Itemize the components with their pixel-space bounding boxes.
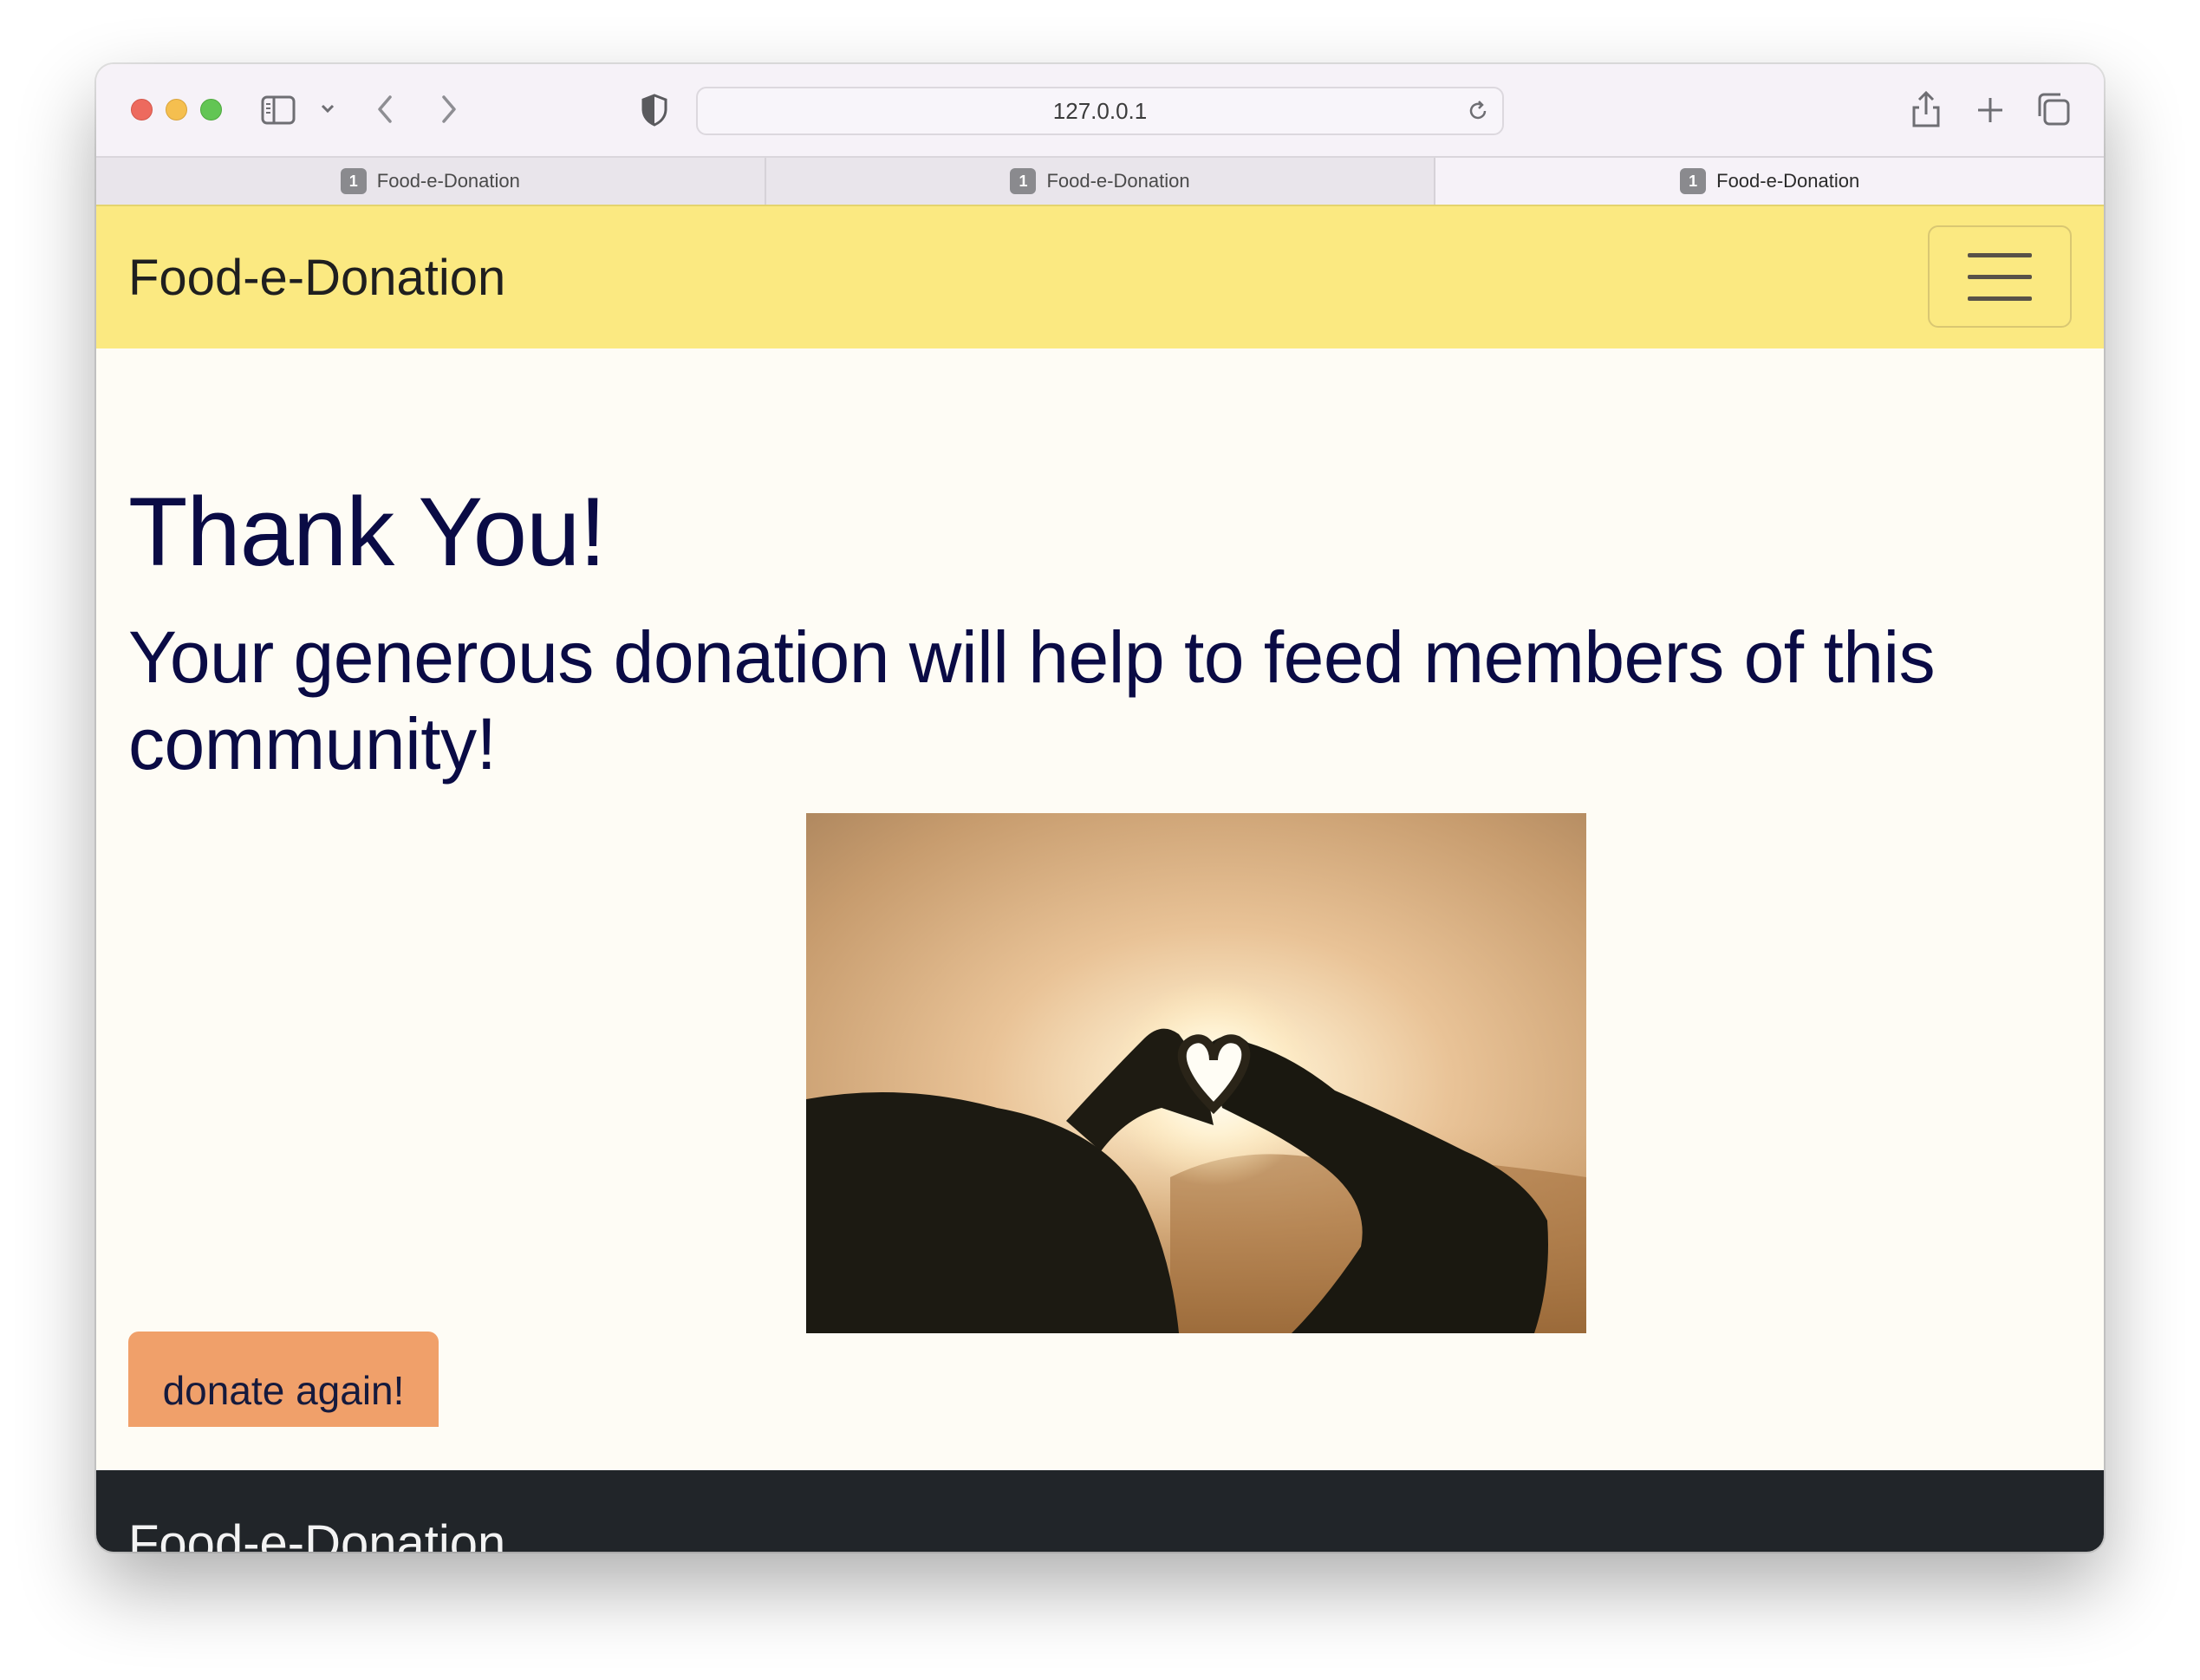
browser-window: 127.0.0.1 1 Food-e-Donation 1 Food-e-Don…	[96, 64, 2104, 1552]
sidebar-toggle-icon[interactable]	[261, 95, 296, 125]
hamburger-menu-icon	[1968, 252, 2032, 257]
new-tab-plus-icon[interactable]	[1975, 95, 2005, 125]
share-icon[interactable]	[1911, 90, 1941, 128]
maximize-window-button[interactable]	[200, 99, 222, 120]
tab-1[interactable]: 1 Food-e-Donation	[96, 158, 766, 205]
tab-badge: 1	[1010, 168, 1037, 194]
donate-again-button[interactable]: donate again!	[128, 1332, 439, 1427]
minimize-window-button[interactable]	[166, 99, 187, 120]
tab-3-active[interactable]: 1 Food-e-Donation	[1435, 158, 2104, 205]
browser-toolbar: 127.0.0.1	[96, 64, 2104, 156]
footer-brand[interactable]: Food-e-Donation	[128, 1515, 505, 1552]
url-text: 127.0.0.1	[1052, 98, 1148, 124]
close-window-button[interactable]	[131, 99, 153, 120]
reload-icon[interactable]	[1466, 99, 1490, 127]
footer: Food-e-Donation	[96, 1470, 2104, 1552]
tab-overview-icon[interactable]	[2036, 92, 2071, 127]
web-page: Food-e-Donation Thank You! Your generous…	[96, 205, 2104, 1552]
hamburger-menu-icon	[1968, 296, 2032, 301]
address-bar[interactable]: 127.0.0.1	[696, 87, 1504, 135]
sunset-heart-hands-photo	[806, 813, 1586, 1333]
page-title: Thank You!	[128, 478, 606, 586]
tab-title: Food-e-Donation	[1716, 170, 1860, 192]
hamburger-menu-icon	[1968, 274, 2032, 279]
tab-2[interactable]: 1 Food-e-Donation	[765, 158, 1436, 205]
tab-title: Food-e-Donation	[1046, 170, 1190, 192]
navbar-toggler-button[interactable]	[1928, 225, 2072, 328]
tab-title: Food-e-Donation	[376, 170, 520, 192]
tab-bar: 1 Food-e-Donation 1 Food-e-Donation 1 Fo…	[96, 156, 2104, 205]
chevron-down-icon[interactable]	[320, 102, 335, 114]
tab-badge: 1	[340, 168, 367, 194]
tab-badge: 1	[1680, 168, 1707, 194]
back-arrow-icon[interactable]	[375, 94, 394, 125]
page-subtitle: Your generous donation will help to feed…	[128, 616, 1936, 785]
navbar: Food-e-Donation	[96, 205, 2104, 348]
forward-arrow-icon[interactable]	[439, 94, 459, 125]
navbar-brand[interactable]: Food-e-Donation	[128, 250, 505, 307]
privacy-shield-icon[interactable]	[641, 94, 668, 127]
